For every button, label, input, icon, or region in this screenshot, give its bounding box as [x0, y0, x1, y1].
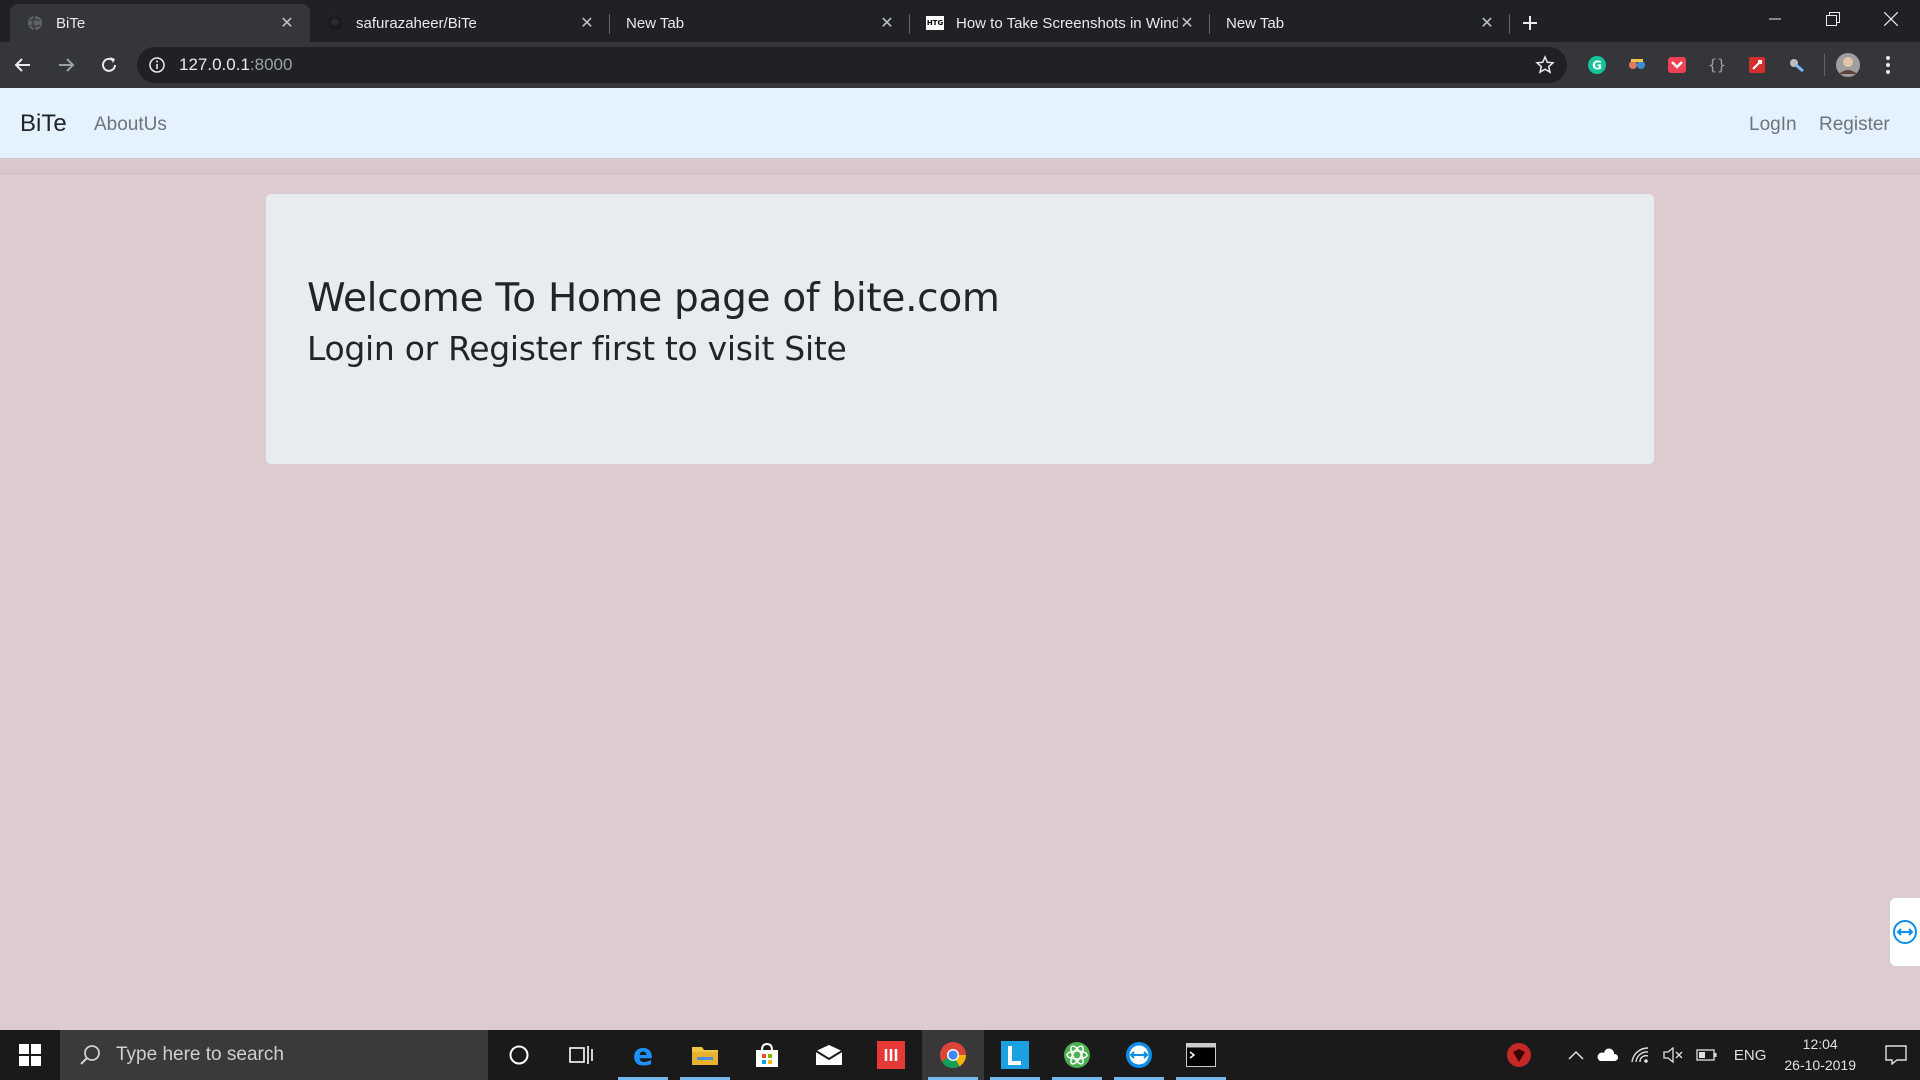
taskbar-search[interactable]: Type here to search — [60, 1030, 488, 1080]
plus-icon — [1523, 16, 1537, 30]
close-window-button[interactable] — [1862, 0, 1920, 38]
edge-icon[interactable]: e — [612, 1030, 674, 1080]
svg-text:G: G — [1592, 59, 1602, 73]
tab-bite[interactable]: BiTe ✕ — [10, 4, 310, 42]
red-app-icon[interactable] — [860, 1030, 922, 1080]
search-icon — [80, 1045, 100, 1065]
htg-favicon-text: HTG — [925, 16, 945, 30]
start-button[interactable] — [0, 1030, 60, 1080]
bookmark-star-icon[interactable] — [1535, 55, 1555, 75]
brand-logo[interactable]: BiTe — [20, 110, 67, 138]
reload-button[interactable] — [89, 45, 129, 85]
mail-icon[interactable] — [798, 1030, 860, 1080]
extension-area: G {} — [1582, 50, 1913, 80]
page-heading: Welcome To Home page of bite.com — [307, 276, 1000, 321]
tab-github[interactable]: safurazaheer/BiTe ✕ — [310, 4, 610, 42]
language-indicator[interactable]: ENG — [1724, 1030, 1777, 1080]
wifi-icon[interactable] — [1624, 1030, 1656, 1080]
file-explorer-icon[interactable] — [674, 1030, 736, 1080]
store-icon[interactable] — [736, 1030, 798, 1080]
info-icon[interactable] — [149, 57, 165, 73]
close-icon[interactable]: ✕ — [878, 14, 896, 32]
battery-icon[interactable] — [1690, 1030, 1724, 1080]
tab-title: safurazaheer/BiTe — [356, 14, 477, 32]
jumbotron: Welcome To Home page of bite.com Login o… — [266, 194, 1654, 464]
tab-new-tab-2[interactable]: New Tab ✕ — [1210, 4, 1510, 42]
terminal-icon[interactable] — [1170, 1030, 1232, 1080]
restore-button[interactable] — [1804, 0, 1862, 38]
site-navbar: BiTe AboutUs LogIn Register — [0, 88, 1920, 159]
search-placeholder: Type here to search — [116, 1044, 284, 1065]
page-subheading: Login or Register first to visit Site — [307, 328, 847, 368]
browser-tab-strip: BiTe ✕ safurazaheer/BiTe ✕ New Tab ✕ HTG… — [0, 0, 1920, 42]
arrow-right-icon — [59, 58, 75, 72]
forward-button[interactable] — [46, 45, 86, 85]
window-controls — [1746, 0, 1920, 42]
kebab-menu-icon — [1886, 56, 1890, 74]
nav-link-register[interactable]: Register — [1819, 114, 1890, 136]
atom-icon[interactable] — [1046, 1030, 1108, 1080]
clock[interactable]: 12:04 26-10-2019 — [1776, 1030, 1872, 1080]
toolbar-divider — [1824, 54, 1825, 76]
svg-text:{}: {} — [1708, 56, 1726, 74]
close-icon[interactable]: ✕ — [578, 14, 596, 32]
reload-icon — [102, 57, 116, 72]
json-icon[interactable]: {} — [1702, 50, 1732, 80]
address-bar[interactable]: 127.0.0.1:8000 — [137, 47, 1567, 83]
clock-time: 12:04 — [1802, 1036, 1838, 1052]
globe-icon — [26, 14, 44, 32]
chrome-icon[interactable] — [922, 1030, 984, 1080]
security-tray-icon[interactable] — [1500, 1030, 1562, 1080]
new-tab-button[interactable] — [1510, 4, 1550, 42]
browser-toolbar: 127.0.0.1:8000 G {} — [0, 42, 1920, 88]
minimize-icon — [1769, 18, 1781, 20]
svg-text:e: e — [633, 1041, 653, 1069]
tab-title: BiTe — [56, 14, 86, 32]
back-button[interactable] — [3, 45, 43, 85]
minimize-button[interactable] — [1746, 0, 1804, 38]
close-icon — [1884, 12, 1898, 26]
task-view-icon[interactable] — [550, 1030, 612, 1080]
close-icon[interactable]: ✕ — [1478, 14, 1496, 32]
chevron-up-icon[interactable] — [1562, 1030, 1590, 1080]
tab-title: How to Take Screenshots in Windows — [956, 14, 1178, 32]
teamviewer-icon[interactable] — [1108, 1030, 1170, 1080]
arrow-left-icon — [14, 58, 30, 72]
nav-link-aboutus[interactable]: AboutUs — [94, 114, 167, 136]
rocket-icon[interactable] — [1742, 50, 1772, 80]
system-tray: ENG 12:04 26-10-2019 — [1500, 1030, 1920, 1080]
chrome-menu-button[interactable] — [1873, 50, 1903, 80]
tab-title: New Tab — [1226, 14, 1285, 32]
extension-icon[interactable] — [1622, 50, 1652, 80]
close-icon[interactable]: ✕ — [278, 14, 296, 32]
windows-logo-icon — [19, 1044, 41, 1066]
teamviewer-icon — [1893, 920, 1917, 944]
grammarly-icon[interactable]: G — [1582, 50, 1612, 80]
tab-htg[interactable]: HTG How to Take Screenshots in Windows ✕ — [910, 4, 1210, 42]
windows-taskbar: Type here to search e ENG 12:04 26-10-20… — [0, 1030, 1920, 1080]
url-host: 127.0.0.1 — [179, 55, 250, 74]
profile-avatar[interactable] — [1833, 50, 1863, 80]
pocket-icon[interactable] — [1662, 50, 1692, 80]
notification-center-button[interactable] — [1872, 1030, 1920, 1080]
github-icon — [326, 14, 344, 32]
clock-date: 26-10-2019 — [1784, 1057, 1856, 1073]
notification-icon — [1885, 1045, 1907, 1065]
htg-icon: HTG — [925, 14, 945, 32]
navbar-underline — [0, 160, 1920, 174]
nav-link-login[interactable]: LogIn — [1749, 114, 1797, 136]
url-port: :8000 — [249, 55, 293, 74]
tab-new-tab[interactable]: New Tab ✕ — [610, 4, 910, 42]
tab-title: New Tab — [626, 14, 685, 32]
cortana-icon[interactable] — [488, 1030, 550, 1080]
close-icon[interactable]: ✕ — [1178, 14, 1196, 32]
volume-muted-icon[interactable] — [1656, 1030, 1690, 1080]
key-icon[interactable] — [1782, 50, 1812, 80]
url-text: 127.0.0.1:8000 — [179, 55, 292, 75]
l-app-icon[interactable] — [984, 1030, 1046, 1080]
restore-icon — [1826, 12, 1840, 26]
teamviewer-widget[interactable] — [1890, 898, 1920, 966]
onedrive-icon[interactable] — [1590, 1030, 1624, 1080]
